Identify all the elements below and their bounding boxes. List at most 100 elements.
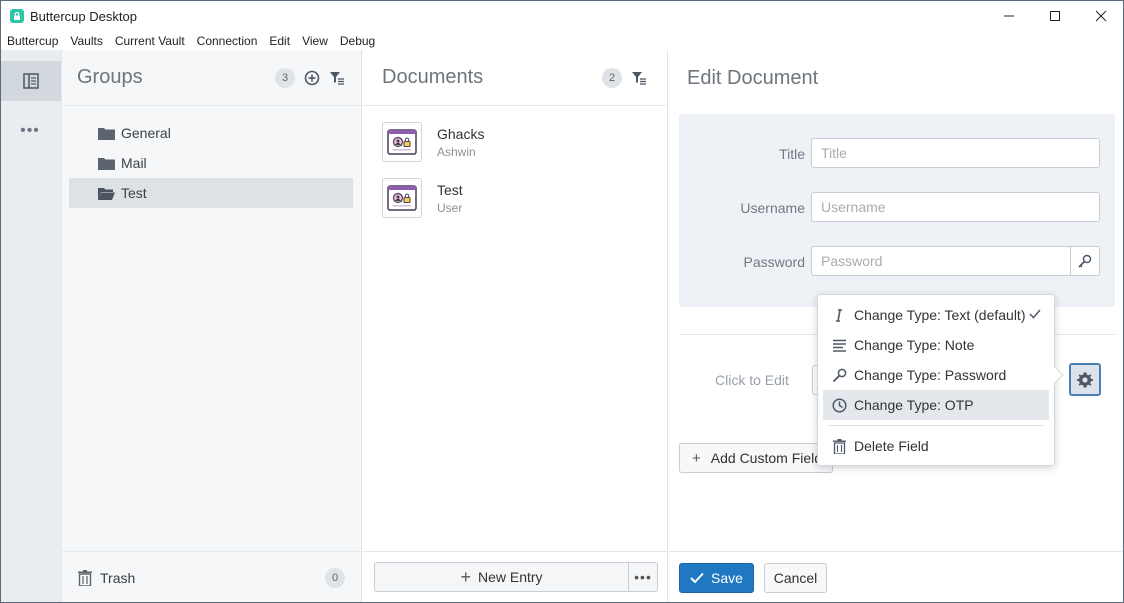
menu-item-label: Change Type: Password [854,367,1007,383]
groups-title: Groups [77,66,143,88]
group-list: General Mail Test [62,106,361,208]
trash-icon [78,569,92,586]
menu-vaults[interactable]: Vaults [70,34,102,48]
field-options-button[interactable] [1069,363,1101,396]
trash-row[interactable]: Trash 0 [62,551,361,603]
entry-more-button[interactable]: ••• [628,562,658,592]
menu-item-type-note[interactable]: Change Type: Note [823,330,1049,360]
trash-icon [831,438,847,454]
add-custom-field-button[interactable]: + Add Custom Field [679,443,833,473]
rail-more-button[interactable]: ••• [0,121,60,141]
password-label: Password [743,254,805,270]
cancel-button[interactable]: Cancel [764,563,827,593]
save-label: Save [711,570,743,586]
menu-item-label: Change Type: OTP [854,397,974,413]
gear-icon [1077,372,1093,387]
menu-bar: Buttercup Vaults Current Vault Connectio… [0,32,1124,50]
open-folder-icon [98,187,115,200]
menu-item-type-password[interactable]: Change Type: Password [823,360,1049,390]
groups-count-badge: 3 [275,67,295,88]
login-entry-icon [382,122,422,162]
group-label: Test [121,185,147,201]
add-group-icon[interactable] [304,70,320,86]
groups-header: Groups 3 [62,50,361,106]
trash-label: Trash [100,569,136,586]
group-item-test[interactable]: Test [69,178,353,208]
document-title: Test [437,181,463,198]
group-label: General [121,125,171,141]
edit-footer: Save Cancel [669,551,1124,603]
menu-separator [828,425,1044,426]
document-subtitle: Ashwin [437,144,476,159]
password-input[interactable] [811,246,1071,276]
trash-count-badge: 0 [325,567,345,588]
documents-panel: Documents 2 Ghacks Ashwin Test User + Ne… [363,50,668,603]
title-input[interactable] [811,138,1100,168]
menu-debug[interactable]: Debug [340,34,375,48]
window-title: Buttercup Desktop [30,8,137,24]
text-cursor-icon [831,307,847,323]
password-row: Password [679,246,1115,278]
title-row: Title [679,138,1115,170]
note-lines-icon [831,337,847,353]
folder-icon [98,157,115,170]
document-item-ghacks[interactable]: Ghacks Ashwin [363,114,667,170]
add-custom-field-label: Add Custom Field [710,450,823,466]
field-type-context-menu: Change Type: Text (default) Change Type:… [817,294,1064,466]
vault-button[interactable] [1,61,61,101]
plus-icon: + [460,566,471,587]
menu-item-label: Delete Field [854,438,929,454]
menu-item-type-text[interactable]: Change Type: Text (default) [823,300,1049,330]
title-label: Title [779,146,805,162]
maximize-icon [1050,11,1060,21]
group-item-general[interactable]: General [69,118,353,148]
documents-title: Documents [382,66,484,88]
new-entry-label: New Entry [477,569,543,585]
menu-connection[interactable]: Connection [197,34,258,48]
clock-icon [831,397,847,413]
filter-sort-icon[interactable] [329,70,345,86]
vault-rail: ••• [0,50,62,603]
cancel-label: Cancel [773,570,818,586]
group-label: Mail [121,155,147,171]
close-button[interactable] [1078,0,1124,32]
save-button[interactable]: Save [679,563,754,593]
document-subtitle: User [437,200,463,215]
minimize-button[interactable] [986,0,1032,32]
username-input[interactable] [811,192,1100,222]
title-bar: Buttercup Desktop [0,0,1124,32]
menu-item-type-otp[interactable]: Change Type: OTP [823,390,1049,420]
document-item-test[interactable]: Test User [363,170,667,226]
groups-panel: Groups 3 General Mail Test Trash 0 [62,50,362,603]
menu-item-label: Change Type: Note [854,337,975,353]
edit-title: Edit Document [687,66,819,89]
folder-icon [98,127,115,140]
close-icon [1095,10,1107,22]
edit-header: Edit Document [669,50,1124,106]
generate-password-button[interactable] [1070,246,1100,276]
vault-layout-icon [23,73,39,89]
document-list: Ghacks Ashwin Test User [363,106,667,226]
maximize-button[interactable] [1032,0,1078,32]
document-title: Ghacks [437,125,485,142]
menu-buttercup[interactable]: Buttercup [7,34,58,48]
menu-current-vault[interactable]: Current Vault [115,34,185,48]
key-icon [1078,254,1092,268]
checkmark-icon [1029,309,1041,319]
app-logo-icon [10,9,24,23]
group-item-mail[interactable]: Mail [69,148,353,178]
menu-item-delete-field[interactable]: Delete Field [823,431,1049,461]
login-entry-icon [382,178,422,218]
new-entry-button[interactable]: + New Entry [374,562,629,592]
key-icon [831,367,847,383]
documents-count-badge: 2 [602,67,622,88]
username-row: Username [679,192,1115,224]
username-label: Username [740,200,805,216]
check-icon [690,572,704,584]
menu-view[interactable]: View [302,34,328,48]
filter-sort-icon[interactable] [631,70,647,86]
documents-header: Documents 2 [363,50,667,106]
main-fields-box: Title Username Password [679,114,1115,307]
menu-edit[interactable]: Edit [269,34,290,48]
custom-field-label[interactable]: Click to Edit [715,372,789,388]
